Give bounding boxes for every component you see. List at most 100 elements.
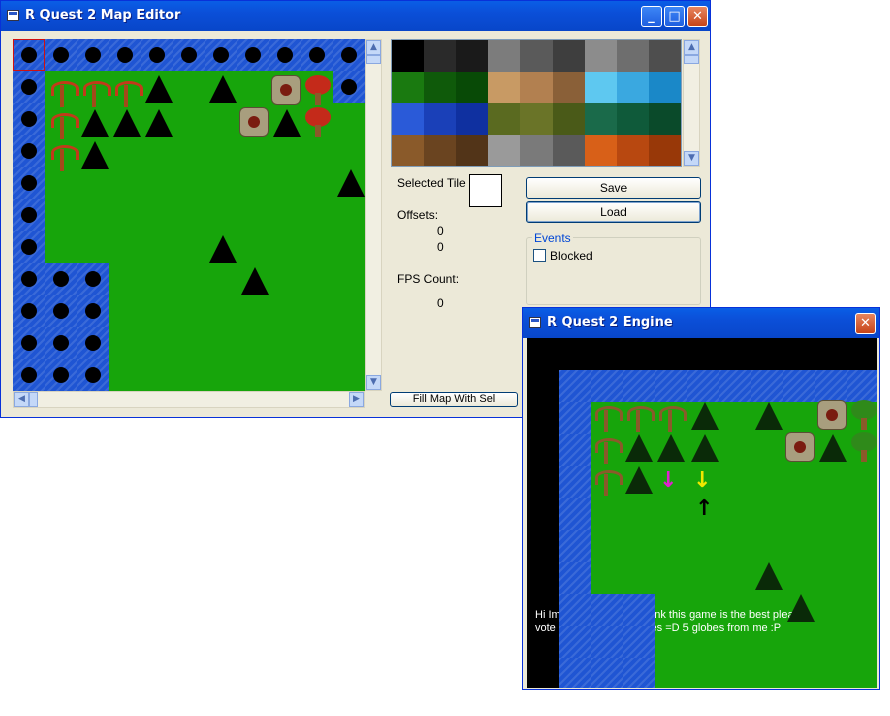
map-horizontal-scrollbar[interactable]: ◀ ▶ bbox=[13, 391, 365, 408]
palette-tile[interactable] bbox=[392, 71, 425, 103]
close-button[interactable]: ✕ bbox=[687, 6, 708, 27]
palette-tile[interactable] bbox=[584, 71, 617, 103]
water-tile bbox=[623, 370, 655, 402]
palette-tile[interactable] bbox=[648, 40, 681, 72]
palette-tile[interactable] bbox=[424, 40, 457, 72]
blocked-label[interactable]: Blocked bbox=[550, 249, 593, 263]
dead-tree-red bbox=[49, 109, 79, 139]
palette-tile[interactable] bbox=[520, 103, 553, 135]
palette-tile[interactable] bbox=[392, 103, 425, 135]
pine-tree bbox=[337, 169, 365, 197]
minimize-button[interactable]: _ bbox=[641, 6, 662, 27]
water-tile bbox=[559, 370, 591, 402]
fill-map-button[interactable]: Fill Map With Sel bbox=[390, 392, 518, 407]
water-tile bbox=[77, 263, 109, 295]
palette-tile[interactable] bbox=[648, 103, 681, 135]
scroll-thumb[interactable] bbox=[366, 55, 381, 64]
palette-tile[interactable] bbox=[488, 134, 521, 166]
engine-titlebar[interactable]: R Quest 2 Engine ✕ bbox=[523, 308, 879, 338]
water-tile bbox=[301, 39, 333, 71]
water-tile bbox=[591, 626, 623, 658]
engine-close-button[interactable]: ✕ bbox=[855, 313, 876, 334]
water-tile bbox=[205, 39, 237, 71]
palette-tile[interactable] bbox=[552, 134, 585, 166]
bare-tree bbox=[657, 402, 687, 432]
pine-tree bbox=[209, 75, 237, 103]
water-tile bbox=[13, 135, 45, 167]
tile-palette[interactable] bbox=[391, 39, 682, 167]
palette-tile[interactable] bbox=[616, 103, 649, 135]
palette-tile[interactable] bbox=[456, 71, 489, 103]
water-tile bbox=[333, 71, 365, 103]
game-viewport[interactable]: ↓ ↓ ↑ Hi Im johns Cuz and i think this g… bbox=[527, 338, 877, 688]
oak-tree bbox=[849, 432, 877, 462]
palette-scroll-up[interactable]: ▲ bbox=[684, 40, 699, 55]
palette-tile[interactable] bbox=[616, 71, 649, 103]
palette-scrollbar[interactable]: ▲ ▼ bbox=[683, 39, 700, 167]
scroll-left-button[interactable]: ◀ bbox=[14, 392, 29, 407]
editor-titlebar[interactable]: R Quest 2 Map Editor _ □ ✕ bbox=[1, 1, 710, 31]
water-tile bbox=[77, 327, 109, 359]
pine-tree bbox=[113, 109, 141, 137]
pine-tree bbox=[691, 402, 719, 430]
map-vertical-scrollbar[interactable]: ▲ ▼ bbox=[365, 39, 382, 391]
water-tile bbox=[559, 594, 591, 626]
palette-tile[interactable] bbox=[616, 40, 649, 72]
editor-title: R Quest 2 Map Editor bbox=[25, 8, 181, 23]
palette-tile[interactable] bbox=[424, 103, 457, 135]
tree-stump bbox=[239, 107, 269, 137]
palette-tile[interactable] bbox=[456, 103, 489, 135]
palette-tile[interactable] bbox=[488, 103, 521, 135]
water-tile bbox=[13, 199, 45, 231]
palette-tile[interactable] bbox=[552, 40, 585, 72]
palette-tile[interactable] bbox=[520, 40, 553, 72]
map-canvas[interactable] bbox=[13, 39, 365, 391]
scroll-thumb-h[interactable] bbox=[29, 392, 38, 407]
palette-tile[interactable] bbox=[424, 71, 457, 103]
scroll-up-button[interactable]: ▲ bbox=[366, 40, 381, 55]
palette-tile[interactable] bbox=[488, 71, 521, 103]
water-tile bbox=[13, 167, 45, 199]
tree-stump bbox=[817, 400, 847, 430]
palette-tile[interactable] bbox=[552, 103, 585, 135]
palette-tile[interactable] bbox=[424, 134, 457, 166]
palette-tile[interactable] bbox=[616, 134, 649, 166]
bare-tree bbox=[593, 434, 623, 464]
water-tile bbox=[45, 263, 77, 295]
palette-tile[interactable] bbox=[552, 71, 585, 103]
load-button[interactable]: Load bbox=[526, 201, 701, 223]
palette-tile[interactable] bbox=[456, 134, 489, 166]
palette-tile[interactable] bbox=[392, 40, 425, 72]
palette-scroll-down[interactable]: ▼ bbox=[684, 151, 699, 166]
palette-tile[interactable] bbox=[648, 134, 681, 166]
offset-y-value: 0 bbox=[437, 240, 444, 254]
engine-app-icon bbox=[529, 317, 541, 328]
palette-tile[interactable] bbox=[520, 71, 553, 103]
dead-tree-red bbox=[81, 77, 111, 107]
palette-scroll-thumb[interactable] bbox=[684, 55, 699, 64]
palette-tile[interactable] bbox=[488, 40, 521, 72]
water-tile bbox=[559, 562, 591, 594]
palette-tile[interactable] bbox=[392, 134, 425, 166]
oak-tree bbox=[849, 400, 877, 430]
save-button[interactable]: Save bbox=[526, 177, 701, 199]
water-tile bbox=[687, 370, 719, 402]
pine-tree bbox=[755, 402, 783, 430]
bare-tree bbox=[593, 402, 623, 432]
pine-tree bbox=[657, 434, 685, 462]
palette-tile[interactable] bbox=[456, 40, 489, 72]
palette-tile[interactable] bbox=[648, 71, 681, 103]
app-icon bbox=[7, 10, 19, 21]
water-tile bbox=[559, 402, 591, 434]
scroll-right-button[interactable]: ▶ bbox=[349, 392, 364, 407]
water-tile bbox=[559, 530, 591, 562]
pine-tree bbox=[81, 109, 109, 137]
palette-tile[interactable] bbox=[584, 103, 617, 135]
blocked-checkbox[interactable] bbox=[533, 249, 546, 262]
palette-tile[interactable] bbox=[584, 134, 617, 166]
maximize-button[interactable]: □ bbox=[664, 6, 685, 27]
palette-tile[interactable] bbox=[520, 134, 553, 166]
palette-tile[interactable] bbox=[584, 40, 617, 72]
scroll-down-button[interactable]: ▼ bbox=[366, 375, 381, 390]
yellow-arrow: ↓ bbox=[693, 468, 712, 493]
